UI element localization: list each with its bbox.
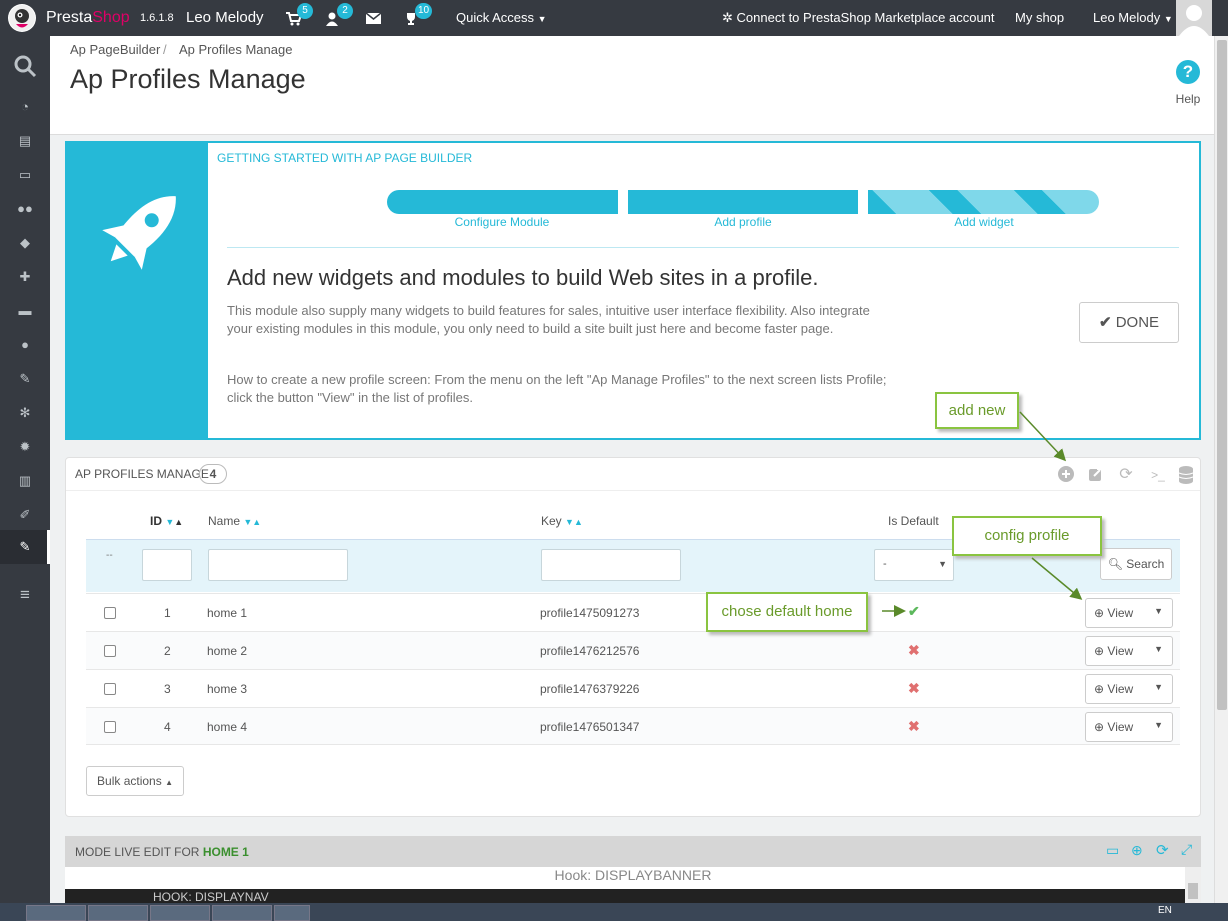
taskbar-app-5[interactable] (274, 905, 310, 921)
callout-arrows (882, 411, 1083, 617)
language-indicator[interactable]: EN (1158, 905, 1172, 916)
taskbar-app-3[interactable] (150, 905, 210, 921)
taskbar-app-1[interactable] (26, 905, 86, 921)
taskbar-app-4[interactable] (212, 905, 272, 921)
os-taskbar: EN (0, 903, 1228, 921)
taskbar-app-skype[interactable] (88, 905, 148, 921)
